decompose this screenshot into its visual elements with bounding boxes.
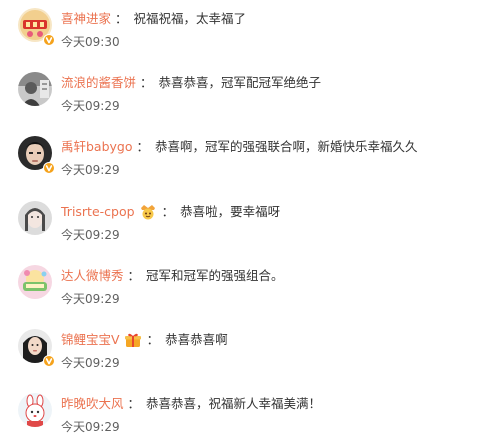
comment-time: 今天09:29: [61, 420, 120, 434]
comment-time: 今天09:29: [61, 356, 120, 370]
separator: ：: [127, 396, 141, 411]
avatar[interactable]: [18, 8, 55, 46]
username-link[interactable]: 流浪的酱香饼: [61, 75, 136, 90]
avatar[interactable]: [18, 393, 52, 427]
comment-item: 昨晚吹大风： 恭喜恭喜，祝福新人幸福美满！ 今天09:29: [0, 387, 499, 447]
separator: ：: [136, 139, 150, 154]
comment-list: 喜神进家 ： 祝福祝福，太幸福了 今天09:30 流浪的酱香饼 ： 恭喜恭喜，冠军配冠军…: [0, 0, 499, 445]
avatar[interactable]: [18, 72, 52, 106]
comment-line: 达人微博秀： 冠军和冠军的强强组合。: [61, 267, 284, 285]
username-link[interactable]: 禹轩babygo: [61, 139, 133, 154]
avatar-image: [18, 393, 52, 427]
verified-badge-icon: [43, 34, 55, 46]
separator: ：: [127, 268, 141, 283]
separator: ：: [146, 332, 160, 347]
avatar-image: [18, 72, 52, 106]
comment-text: 恭喜恭喜，祝福新人幸福美满！: [146, 396, 322, 411]
username-link[interactable]: 喜神进家: [61, 11, 111, 26]
separator: ：: [115, 11, 128, 26]
comment-text: 恭喜恭喜，冠军配冠军绝绝子: [158, 75, 322, 90]
separator: ：: [140, 75, 153, 90]
comment-item: 喜神进家 ： 祝福祝福，太幸福了 今天09:30: [0, 2, 499, 62]
username-link[interactable]: 昨晚吹大风: [61, 396, 124, 411]
comment-line: Trisrte-cpop ： 恭喜啦，要幸福呀: [61, 203, 280, 221]
comment-text: 恭喜恭喜啊: [165, 332, 228, 347]
avatar[interactable]: [18, 265, 52, 299]
comment-text: 恭喜啊，冠军的强强联合啊，新婚快乐幸福久久: [155, 139, 418, 154]
comment-line: 锦鲤宝宝V ： 恭喜恭喜啊: [61, 331, 228, 349]
comment-text: 祝福祝福，太幸福了: [133, 11, 247, 26]
avatar[interactable]: [18, 329, 55, 367]
comment-line: 喜神进家 ： 祝福祝福，太幸福了: [61, 10, 246, 28]
comment-item: 达人微博秀： 冠军和冠军的强强组合。 今天09:29: [0, 259, 499, 319]
comment-item: 锦鲤宝宝V ： 恭喜恭喜啊 今天09:29: [0, 323, 499, 383]
comment-text: 恭喜啦，要幸福呀: [180, 204, 281, 219]
comment-line: 流浪的酱香饼 ： 恭喜恭喜，冠军配冠军绝绝子: [61, 74, 321, 92]
comment-time: 今天09:29: [61, 292, 120, 306]
comment-item: 禹轩babygo： 恭喜啊，冠军的强强联合啊，新婚快乐幸福久久 今天09:29: [0, 130, 499, 190]
comment-time: 今天09:30: [61, 35, 120, 49]
verified-badge-icon: [43, 162, 55, 174]
username-link[interactable]: 达人微博秀: [61, 268, 124, 283]
username-link[interactable]: Trisrte-cpop: [61, 204, 135, 219]
comment-item: Trisrte-cpop ： 恭喜啦，要幸福呀 今天09:29: [0, 195, 499, 255]
avatar[interactable]: [18, 136, 55, 174]
fan-medal-icon[interactable]: [139, 204, 157, 220]
avatar[interactable]: [18, 201, 52, 235]
comment-text: 冠军和冠军的强强组合。: [146, 268, 284, 283]
username-link[interactable]: 锦鲤宝宝V: [61, 332, 120, 347]
comment-time: 今天09:29: [61, 163, 120, 177]
comment-item: 流浪的酱香饼 ： 恭喜恭喜，冠军配冠军绝绝子 今天09:29: [0, 66, 499, 126]
comment-time: 今天09:29: [61, 228, 120, 242]
avatar-image: [18, 201, 52, 235]
comment-line: 禹轩babygo： 恭喜啊，冠军的强强联合啊，新婚快乐幸福久久: [61, 138, 418, 156]
gift-medal-icon[interactable]: [124, 332, 142, 348]
separator: ：: [161, 204, 175, 219]
comment-line: 昨晚吹大风： 恭喜恭喜，祝福新人幸福美满！: [61, 395, 321, 413]
avatar-image: [18, 265, 52, 299]
comment-time: 今天09:29: [61, 99, 120, 113]
verified-badge-icon: [43, 355, 55, 367]
